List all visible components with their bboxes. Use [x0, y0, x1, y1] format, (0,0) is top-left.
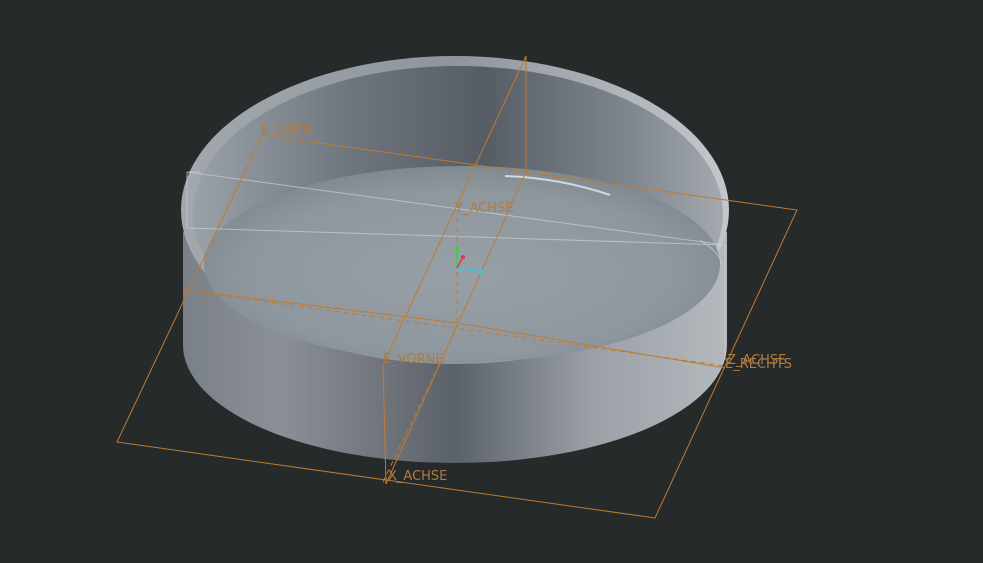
- label-e-rechts[interactable]: E_RECHTS: [725, 357, 792, 372]
- 3d-viewport[interactable]: E_OBEN Y_ACHSE E_VORNE Z_ACHSE E_RECHTS …: [0, 0, 983, 559]
- tray-model[interactable]: [181, 56, 729, 463]
- label-e-oben[interactable]: E_OBEN: [261, 123, 313, 138]
- label-e-vorne[interactable]: E_VORNE: [383, 352, 444, 367]
- csys-y-dot: [454, 246, 460, 252]
- model-canvas[interactable]: E_OBEN Y_ACHSE E_VORNE Z_ACHSE E_RECHTS …: [0, 0, 983, 559]
- csys-x-dot: [478, 269, 484, 275]
- label-x-achse[interactable]: X_ACHSE: [388, 469, 447, 484]
- csys-z-dot: [461, 255, 465, 259]
- label-y-achse[interactable]: Y_ACHSE: [454, 201, 513, 216]
